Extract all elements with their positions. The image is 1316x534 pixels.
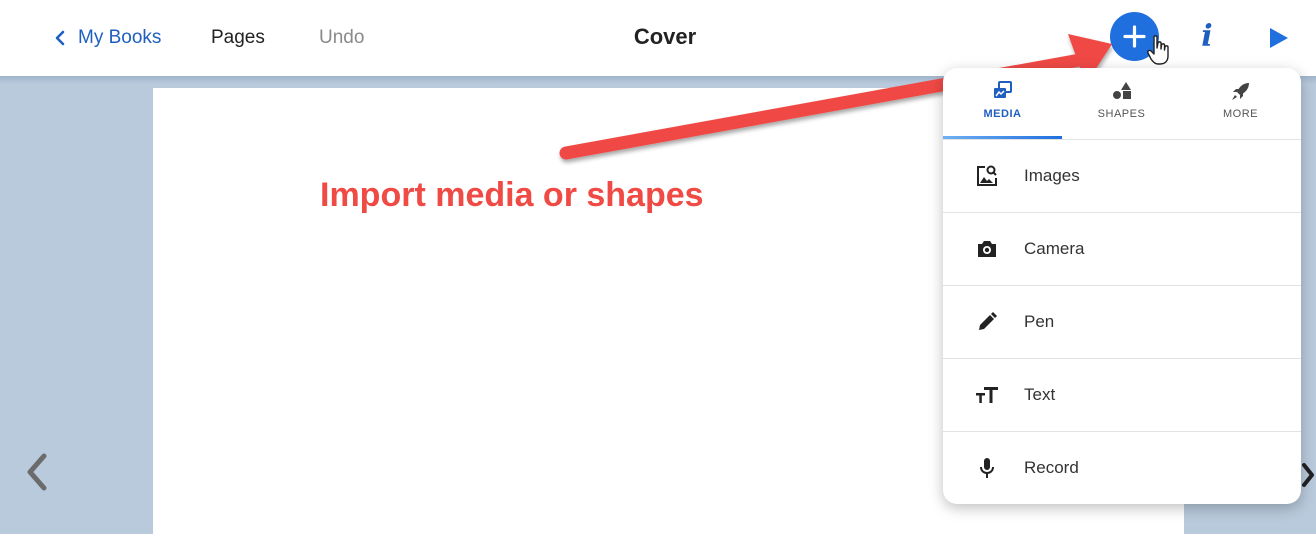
menu-item-images-label: Images (1024, 166, 1080, 185)
active-tab-indicator (943, 136, 1062, 139)
shapes-icon (1112, 82, 1131, 99)
tab-more-label: MORE (1223, 108, 1258, 120)
menu-item-images[interactable]: Images (943, 140, 1301, 213)
menu-tabs: MEDIA SHAPES MORE (943, 68, 1301, 140)
menu-item-pen-label: Pen (1024, 312, 1055, 331)
menu-item-text-label: Text (1024, 385, 1056, 404)
annotation-callout-text: Import media or shapes (320, 176, 704, 214)
tab-media-label: MEDIA (983, 108, 1022, 120)
image-search-icon (977, 165, 997, 186)
tab-shapes[interactable]: SHAPES (1062, 80, 1181, 138)
microphone-icon (980, 458, 994, 478)
menu-item-camera-label: Camera (1024, 239, 1085, 258)
text-size-icon (976, 387, 998, 403)
rocket-icon (1231, 83, 1249, 100)
menu-item-record[interactable]: Record (943, 432, 1301, 504)
menu-item-pen[interactable]: Pen (943, 286, 1301, 359)
add-content-menu: MEDIA SHAPES MORE Images Camera Pen Text… (943, 68, 1301, 504)
pen-icon (979, 312, 997, 330)
tab-shapes-label: SHAPES (1097, 108, 1146, 120)
tab-more[interactable]: MORE (1181, 80, 1300, 138)
camera-icon (978, 241, 996, 257)
menu-item-camera[interactable]: Camera (943, 213, 1301, 286)
media-icon (993, 81, 1012, 98)
menu-item-text[interactable]: Text (943, 359, 1301, 432)
tab-media[interactable]: MEDIA (943, 80, 1062, 138)
menu-item-record-label: Record (1024, 458, 1079, 477)
